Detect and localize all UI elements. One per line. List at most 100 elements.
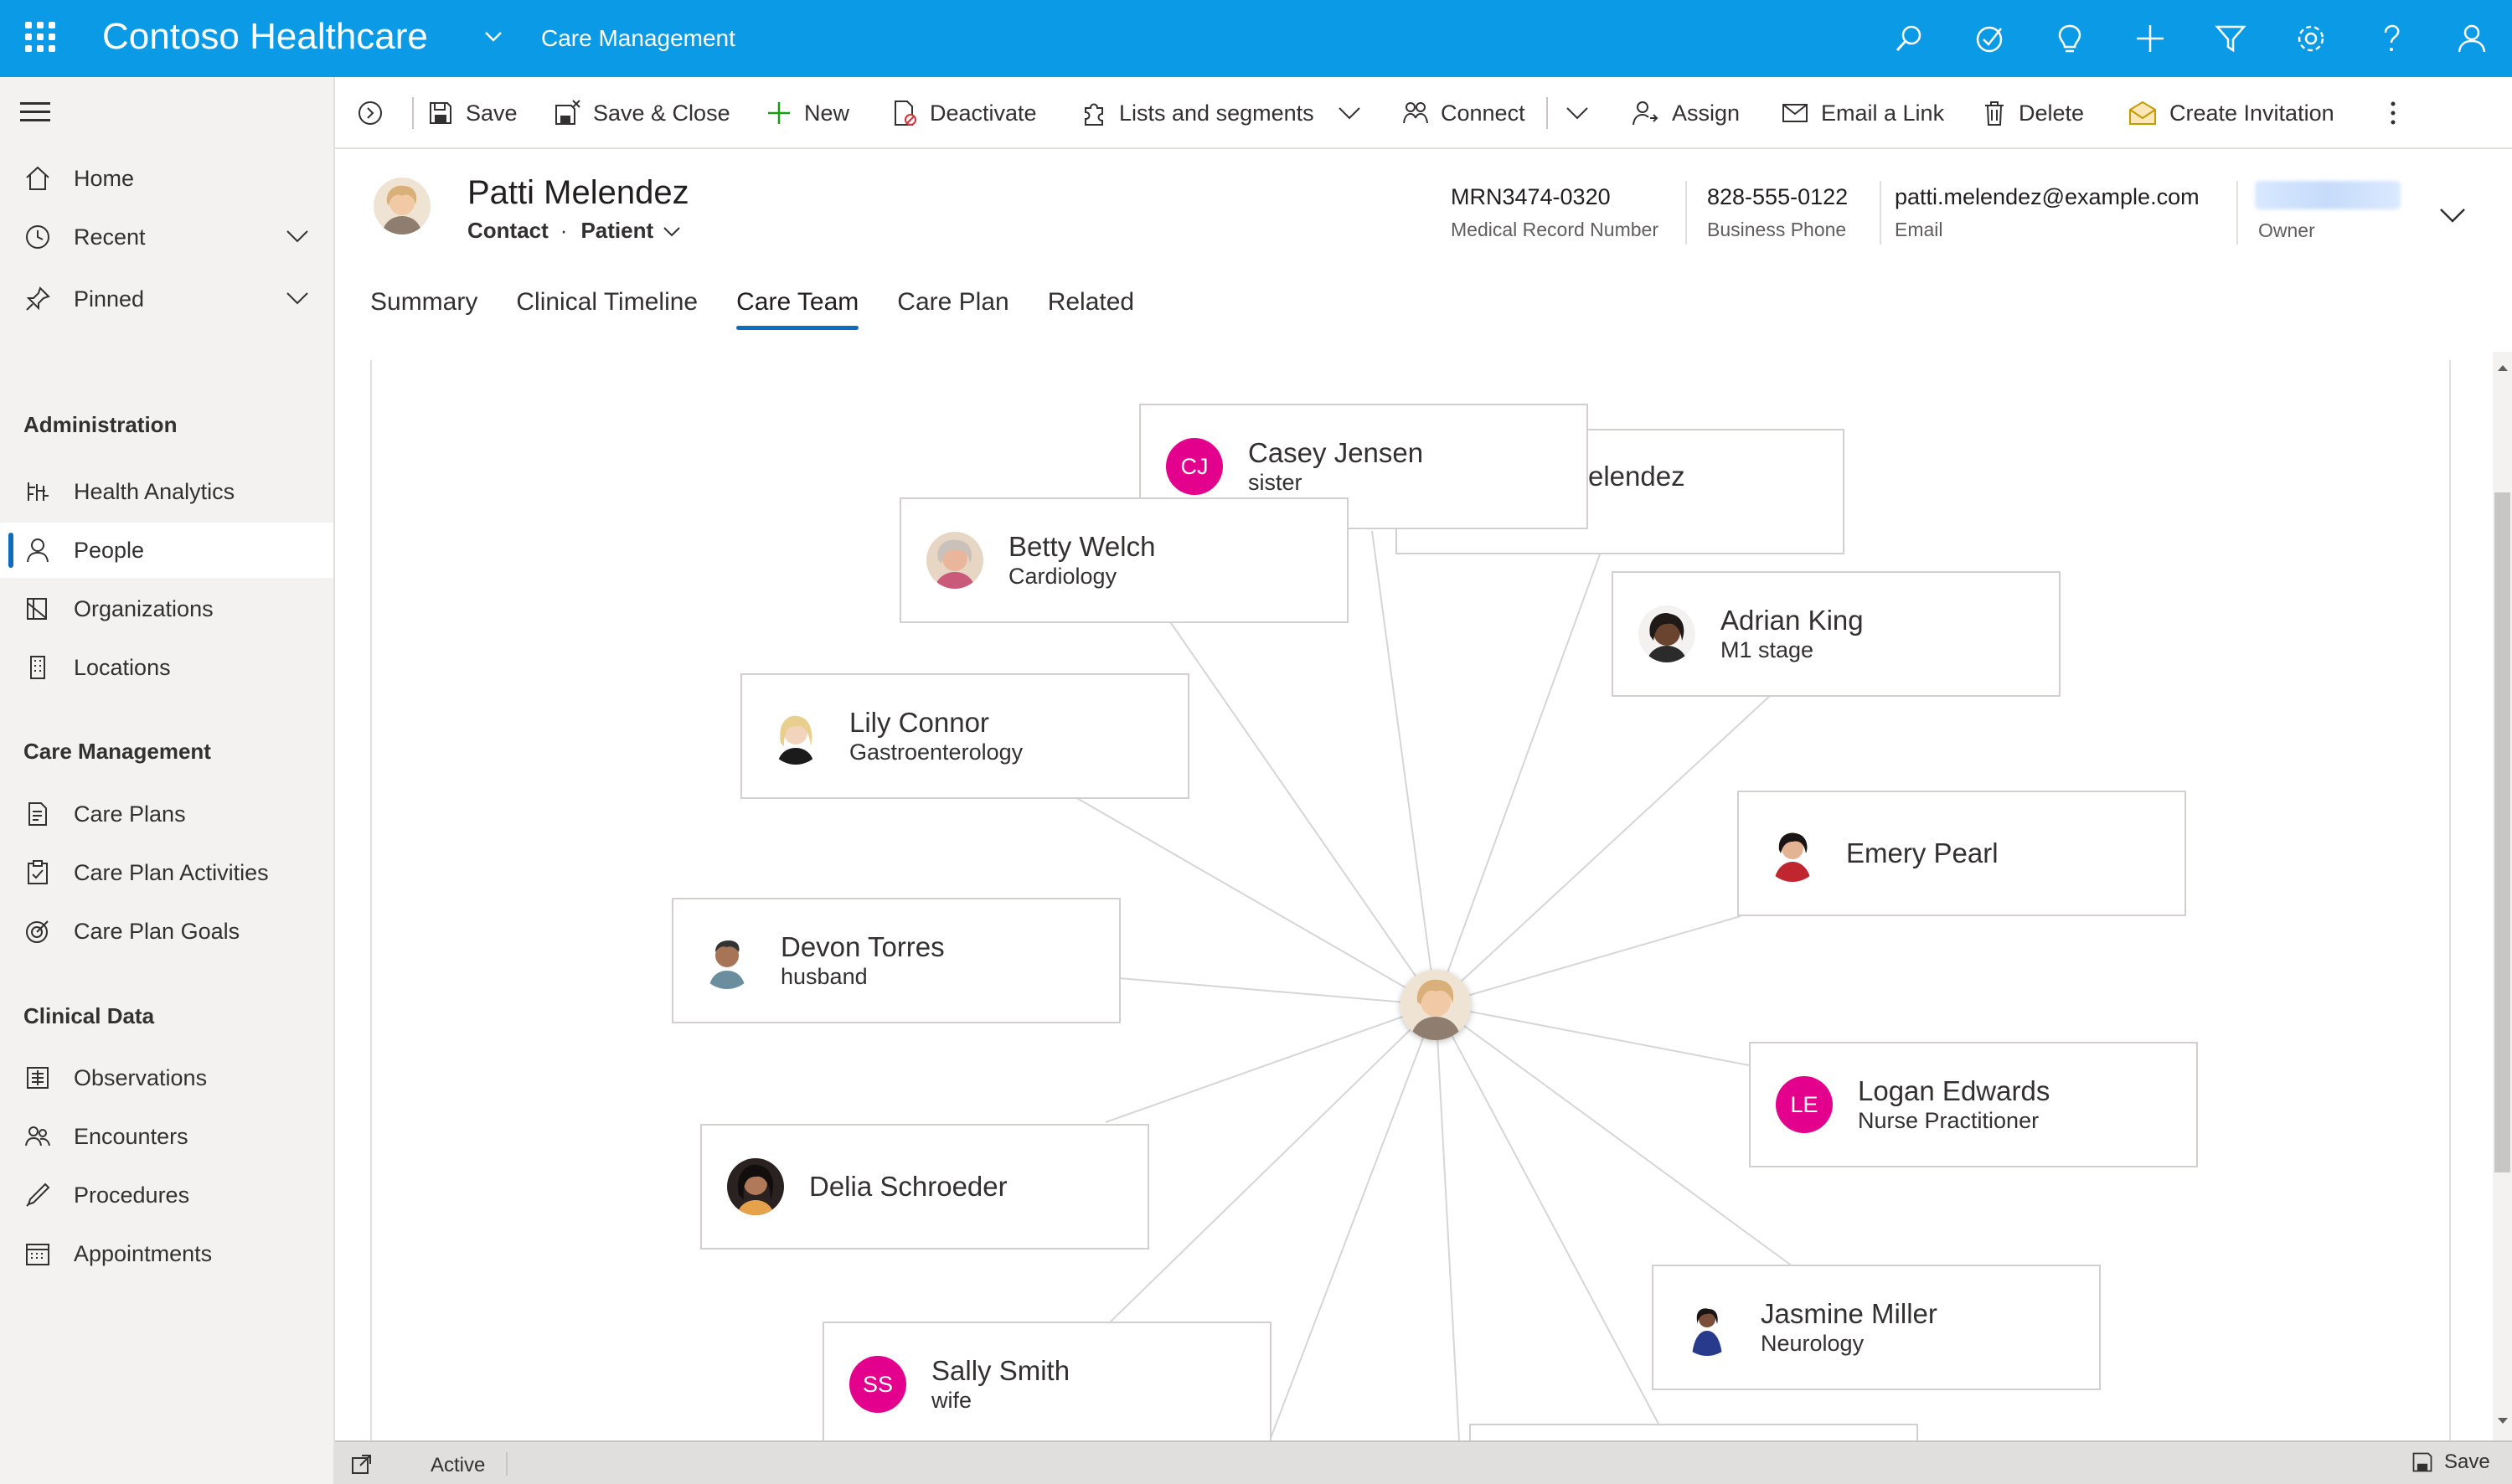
create-invitation-button[interactable]: Create Invitation [2128,77,2334,149]
form-selector[interactable]: Patient [580,218,653,244]
new-button[interactable]: New [766,77,849,149]
expand-header-button[interactable] [2437,203,2468,230]
delete-button[interactable]: Delete [1982,77,2084,149]
divider [1546,97,1548,129]
sidebar-item-encounters[interactable]: Encounters [0,1109,333,1164]
scroll-up-arrow-icon[interactable] [2496,362,2509,377]
divider [1685,181,1687,245]
sidebar-item-organizations[interactable]: Organizations [0,581,333,636]
save-icon [430,102,451,124]
member-name: Delia Schroeder [809,1171,1008,1202]
sidebar-item-label: Locations [74,654,171,680]
save-close-button[interactable]: Save & Close [553,77,730,149]
assign-button[interactable]: Assign [1632,77,1740,149]
sidebar-item-observations[interactable]: Observations [0,1050,333,1105]
sidebar-item-appointments[interactable]: Appointments [0,1226,333,1281]
help-icon[interactable] [2351,0,2432,77]
more-commands-button[interactable] [2389,77,2409,149]
status-save-button[interactable]: Save [2411,1451,2490,1474]
filter-icon[interactable] [2190,0,2271,77]
open-in-new-window-icon[interactable] [350,1452,374,1480]
avatar [1764,825,1821,882]
chevron-down-icon[interactable] [481,23,506,53]
plus-icon[interactable] [2110,0,2190,77]
record-status: Active [431,1454,486,1476]
puzzle-icon [1085,103,1103,126]
tab-care-plan[interactable]: Care Plan [897,288,1008,330]
status-bar: Active Save [335,1440,2512,1484]
sidebar-item-care-plan-activities[interactable]: Care Plan Activities [0,845,333,900]
sidebar-item-care-plan-goals[interactable]: Care Plan Goals [0,904,333,959]
field-label: Owner [2258,219,2315,241]
sidebar-item-label: Encounters [74,1123,188,1149]
encounter-icon [0,1122,74,1151]
task-check-icon[interactable] [1949,0,2030,77]
avatar-initials: CJ [1166,438,1223,495]
back-button[interactable] [357,77,395,149]
hamburger-menu-icon[interactable] [20,102,54,127]
user-icon[interactable] [2432,0,2512,77]
connect-button[interactable]: Connect [1402,77,1525,149]
sidebar-item-label: Care Plan Goals [74,918,240,944]
member-role: husband [781,964,868,989]
care-team-card[interactable]: Devon Torres husband [672,898,1121,1023]
sidebar-item-locations[interactable]: Locations [0,640,333,695]
app-launcher-icon[interactable] [25,22,55,52]
lists-segments-dropdown[interactable] [1337,77,1374,149]
chevron-down-icon [2440,209,2465,223]
app-area-name[interactable]: Care Management [541,23,735,54]
chevron-down-icon[interactable] [285,226,310,250]
activity-icon [0,858,74,887]
care-team-card[interactable]: LE Logan Edwards Nurse Practitioner [1749,1042,2198,1167]
top-navigation-bar: Contoso Healthcare Care Management [0,0,2512,77]
care-team-card[interactable]: Emery Pearl [1737,791,2186,916]
member-role: Nurse Practitioner [1858,1108,2040,1133]
clock-icon [0,223,74,251]
sidebar-item-pinned[interactable]: Pinned [0,271,333,327]
save-button[interactable]: Save [427,77,518,149]
connect-dropdown[interactable] [1565,77,1602,149]
search-icon[interactable] [1869,0,1949,77]
patient-avatar [374,178,431,234]
care-team-card[interactable]: Betty Welch Cardiology [900,497,1349,623]
deactivate-button[interactable]: Deactivate [891,77,1037,149]
care-team-card[interactable]: Jasmine Miller Neurology [1652,1265,2101,1390]
sidebar-item-label: Recent [74,224,146,250]
field-value[interactable] [2258,184,2315,211]
scrollbar-thumb[interactable] [2494,492,2510,1172]
avatar [699,932,756,989]
sidebar-item-people[interactable]: People [0,523,333,578]
save-icon [2412,1452,2432,1472]
care-team-card[interactable]: Adrian King M1 stage [1612,571,2061,697]
care-team-card[interactable]: Lily Connor Gastroenterology [740,673,1189,799]
care-team-card[interactable]: SS Sally Smith wife [823,1322,1271,1447]
sidebar-item-recent[interactable]: Recent [0,209,333,265]
sidebar-item-home[interactable]: Home [0,151,333,206]
tab-summary[interactable]: Summary [370,288,477,330]
settings-icon[interactable] [2271,0,2351,77]
lists-segments-button[interactable]: Lists and segments [1081,77,1314,149]
header-field-phone: 828-555-0122 Business Phone [1707,184,1848,241]
chevron-down-icon[interactable] [285,288,310,312]
organization-icon [0,595,74,623]
member-name: Betty Welch [1008,531,1156,562]
trash-icon [1985,101,2004,126]
scroll-down-arrow-icon[interactable] [2496,1415,2509,1430]
sidebar-item-procedures[interactable]: Procedures [0,1167,333,1223]
sidebar-item-health-analytics[interactable]: Health Analytics [0,464,333,519]
chevron-down-icon[interactable] [662,223,682,240]
field-value: 828-555-0122 [1707,184,1849,209]
member-role: Cardiology [1008,564,1117,589]
member-name: Jasmine Miller [1761,1298,1937,1329]
app-title[interactable]: Contoso Healthcare [102,15,428,59]
lightbulb-icon[interactable] [2030,0,2110,77]
tab-clinical-timeline[interactable]: Clinical Timeline [516,288,698,330]
patient-center-node[interactable] [1400,970,1471,1040]
care-team-card[interactable]: Delia Schroeder [700,1124,1149,1250]
tab-care-team[interactable]: Care Team [736,288,859,330]
sidebar-item-care-plans[interactable]: Care Plans [0,786,333,842]
goal-icon [0,917,74,946]
field-value[interactable]: patti.melendez@example.com [1895,184,2200,210]
email-link-button[interactable]: Email a Link [1781,77,1944,149]
tab-related[interactable]: Related [1048,288,1134,330]
